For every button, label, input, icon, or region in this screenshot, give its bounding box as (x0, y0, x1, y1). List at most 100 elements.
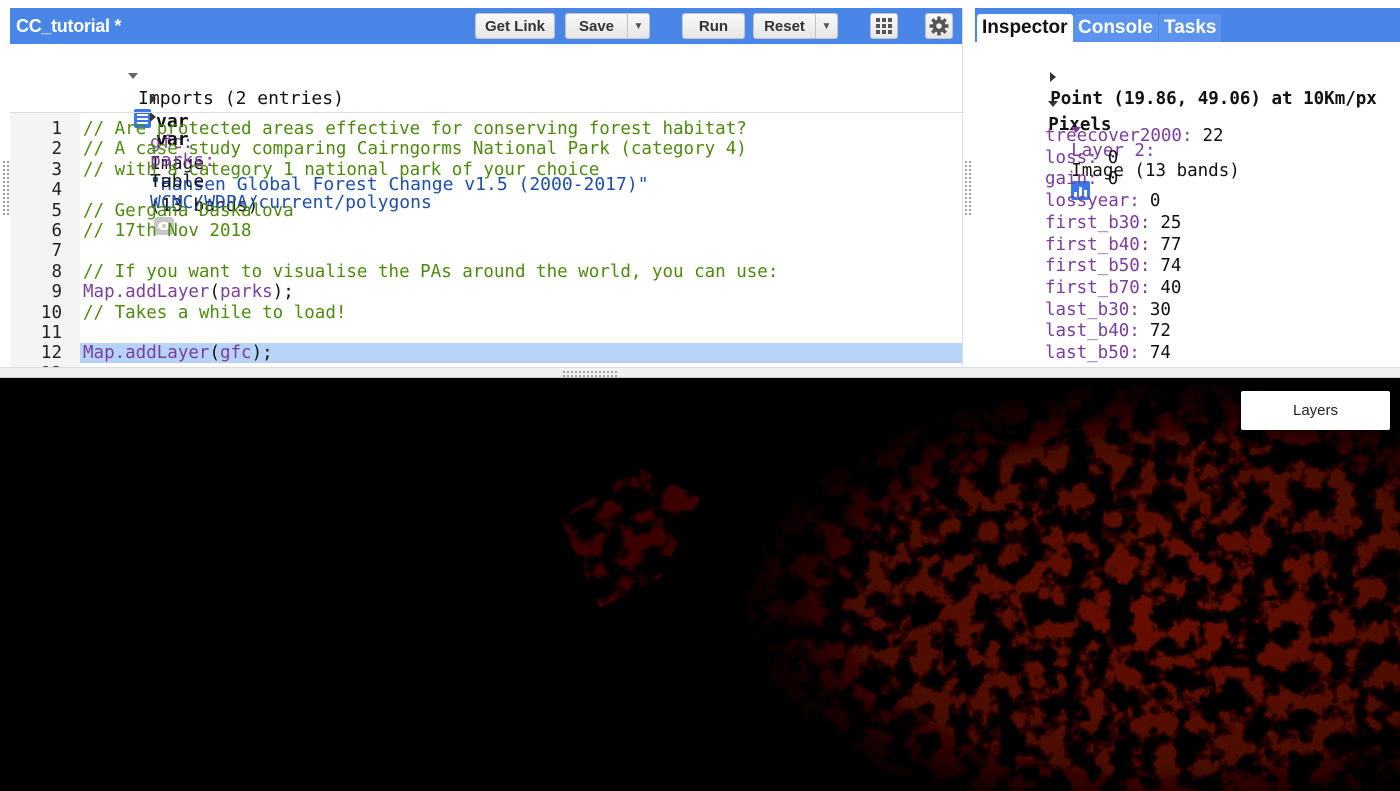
line-number: 7 (51, 241, 62, 262)
code-line[interactable]: 10 // Takes a while to load! (10, 302, 962, 323)
line-number: 4 (51, 180, 62, 201)
function-name: Map.addLayer (83, 282, 210, 303)
code-line[interactable]: 11 (10, 323, 962, 343)
band-value: 40 (1160, 277, 1182, 298)
band-value: 25 (1160, 212, 1182, 233)
horizontal-resize-handle[interactable] (0, 367, 1400, 378)
code-text: Map.addLayer(parks); (83, 282, 294, 302)
band-value: 0 (1107, 147, 1119, 168)
tab-inspector[interactable]: Inspector (977, 14, 1073, 42)
run-button[interactable]: Run (682, 13, 745, 39)
reset-dropdown-button[interactable]: ▼ (816, 13, 838, 39)
code-editor-panel: CC_tutorial * Get Link Save ▼ Run Reset … (10, 8, 963, 367)
vertical-resize-handle[interactable] (964, 160, 972, 216)
band-name: gain: (1045, 169, 1098, 190)
band-name: first_b40: (1045, 234, 1151, 255)
line-number: 10 (40, 302, 62, 323)
save-button-group: Save ▼ (565, 13, 650, 39)
code-text: // 17th Nov 2018 (83, 221, 252, 241)
band-value: 0 (1149, 191, 1161, 212)
code-text: // Takes a while to load! (83, 302, 347, 323)
tab-tasks[interactable]: Tasks (1159, 14, 1222, 42)
line-number: 12 (10, 343, 80, 364)
code-text: // If you want to visualise the PAs arou… (83, 261, 779, 282)
band-value: 30 (1149, 299, 1171, 320)
layers-button[interactable]: Layers (1241, 391, 1390, 430)
code-text: // with a category 1 national park of yo… (83, 159, 600, 180)
band-name: last_b40: (1045, 321, 1140, 342)
code-text: Map.addLayer(gfc); (83, 343, 273, 363)
inspector-panel: Inspector Console Tasks Point (19.86, 49… (975, 8, 1400, 367)
statement-end: ); (251, 343, 273, 364)
code-line[interactable]: 8 // If you want to visualise the PAs aro… (10, 261, 962, 282)
band-row: last_b50: 74 (1045, 343, 1171, 363)
splitter-grip[interactable] (562, 370, 618, 377)
band-value: 22 (1202, 126, 1224, 146)
code-text: // Gergana Daskalova (83, 200, 294, 221)
band-row: last_b40: 72 (1045, 321, 1171, 341)
code-line[interactable]: 3 // with a category 1 national park of y… (10, 159, 962, 180)
imports-section: Imports (2 entries) var gfc: Image "Hans… (10, 44, 962, 235)
code-line[interactable]: 1 // Are protected areas effective for co… (10, 119, 962, 139)
line-number: 9 (51, 282, 62, 303)
code-line[interactable]: 12 Map.addLayer(gfc); (10, 343, 962, 364)
band-name: last_b50: (1045, 343, 1140, 363)
band-row: lossyear: 0 (1045, 191, 1160, 211)
band-row: first_b30: 25 (1045, 213, 1181, 233)
inspector-tabs: Inspector Console Tasks (975, 8, 1400, 42)
apps-button[interactable] (870, 13, 898, 39)
band-value: 74 (1149, 343, 1171, 363)
save-dropdown-button[interactable]: ▼ (628, 13, 650, 39)
settings-button[interactable] (925, 13, 953, 39)
band-value: 72 (1149, 321, 1171, 342)
band-value: 0 (1107, 169, 1119, 190)
code-line[interactable]: 9 Map.addLayer(parks); (10, 282, 962, 303)
left-resize-handle[interactable] (2, 160, 9, 216)
code-line[interactable]: 7 (10, 241, 962, 262)
band-row: treecover2000: 22 (1045, 126, 1224, 146)
reset-button-group: Reset ▼ (753, 13, 838, 39)
line-number: 3 (51, 159, 62, 180)
save-button[interactable]: Save (565, 13, 628, 39)
dropdown-arrow-icon: ▼ (821, 20, 832, 32)
code-line[interactable]: 6 // 17th Nov 2018 (10, 221, 962, 241)
map-view[interactable]: Layers (0, 378, 1400, 791)
reset-button[interactable]: Reset (753, 13, 816, 39)
band-name: first_b70: (1045, 277, 1151, 298)
dropdown-arrow-icon: ▼ (633, 20, 644, 32)
function-arg: gfc (219, 343, 252, 364)
paren: ( (209, 343, 220, 364)
paren: ( (209, 282, 220, 303)
apps-grid-icon (876, 18, 892, 34)
get-link-button[interactable]: Get Link (475, 13, 555, 39)
band-row: last_b30: 30 (1045, 300, 1171, 320)
band-name: loss: (1045, 147, 1098, 168)
line-number: 2 (51, 139, 62, 160)
editor-toolbar: CC_tutorial * Get Link Save ▼ Run Reset … (10, 8, 962, 44)
statement-end: ); (272, 282, 294, 303)
gear-icon (929, 16, 949, 36)
band-name: last_b30: (1045, 299, 1140, 320)
band-row: first_b70: 40 (1045, 278, 1181, 298)
band-row: gain: 0 (1045, 169, 1118, 189)
band-value: 77 (1160, 234, 1182, 255)
script-title: CC_tutorial * (16, 16, 122, 36)
code-line[interactable]: 4 (10, 180, 962, 201)
line-number: 8 (51, 261, 62, 282)
code-line[interactable]: 2 // A case study comparing Cairngorms Na… (10, 139, 962, 160)
function-arg: parks (219, 282, 273, 303)
tab-console[interactable]: Console (1073, 14, 1158, 42)
band-name: lossyear: (1045, 191, 1140, 212)
forest-layer-image (560, 378, 1400, 791)
line-number: 6 (51, 221, 62, 241)
code-text: // A case study comparing Cairngorms Nat… (83, 139, 747, 160)
band-row: loss: 0 (1045, 148, 1118, 168)
code-text: // Are protected areas effective for con… (83, 119, 747, 139)
code-line[interactable]: 5 // Gergana Daskalova (10, 200, 962, 221)
band-name: first_b30: (1045, 212, 1151, 233)
band-name: first_b50: (1045, 256, 1151, 277)
band-value: 74 (1160, 256, 1182, 277)
line-number: 5 (51, 200, 62, 221)
code-area[interactable]: 1 // Are protected areas effective for co… (10, 112, 962, 367)
line-number: 1 (51, 119, 62, 139)
